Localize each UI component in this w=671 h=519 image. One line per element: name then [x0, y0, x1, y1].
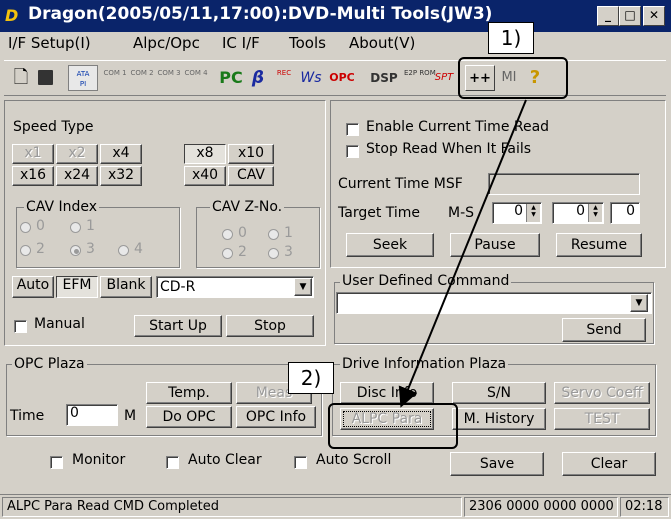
arrow-line [398, 99, 527, 408]
callout-arrow [398, 99, 527, 408]
